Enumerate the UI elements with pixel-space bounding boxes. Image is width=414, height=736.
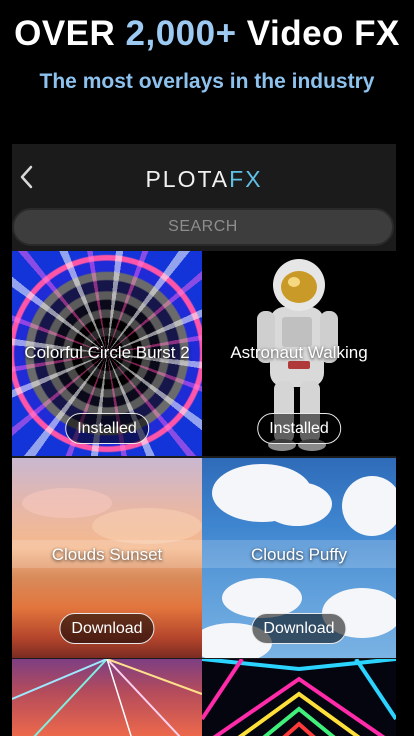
effect-tile-road-lights[interactable]	[12, 659, 202, 736]
download-button[interactable]: Download	[251, 613, 347, 644]
effect-title: Clouds Puffy	[250, 545, 348, 564]
effects-grid: Colorful Circle Burst 2 Installed Astron…	[12, 251, 396, 736]
cloud-shape	[222, 578, 302, 618]
download-button[interactable]: Download	[59, 613, 155, 644]
app-screenshot: PLOTAFX SEARCH Colorful Circle Burst 2 I…	[12, 144, 396, 736]
cloud-shape	[342, 476, 396, 536]
promo-subheadline: The most overlays in the industry	[39, 70, 375, 93]
road-lights-thumbnail	[12, 659, 202, 736]
logo-text-fx: FX	[229, 166, 263, 192]
effect-title: Clouds Sunset	[51, 545, 163, 564]
promo-headline: OVER 2,000+ Video FX	[0, 14, 414, 54]
headline-part-1: OVER	[14, 14, 126, 53]
cloud-shape	[22, 488, 112, 518]
cloud-shape	[262, 482, 332, 526]
headline-accent: 2,000+	[125, 14, 237, 53]
logo-text-plota: PLOTA	[145, 166, 230, 192]
headline-part-2: Video FX	[236, 14, 400, 53]
effect-tile-clouds-sunset[interactable]: Clouds Sunset Download	[12, 458, 202, 658]
effect-title: Astronaut Walking	[230, 343, 368, 362]
effect-tile-astronaut[interactable]: Astronaut Walking Installed	[202, 251, 396, 456]
effect-title: Colorful Circle Burst 2	[24, 343, 190, 362]
installed-button[interactable]: Installed	[257, 413, 341, 444]
effect-tile-circle-burst[interactable]: Colorful Circle Burst 2 Installed	[12, 251, 202, 456]
installed-button[interactable]: Installed	[65, 413, 149, 444]
nav-bar: PLOTAFX	[12, 144, 396, 212]
effect-tile-neon-triangles[interactable]	[202, 659, 396, 736]
neon-triangles-thumbnail	[202, 659, 396, 736]
effect-tile-clouds-puffy[interactable]: Clouds Puffy Download	[202, 458, 396, 658]
app-logo: PLOTAFX	[12, 166, 396, 193]
cloud-shape	[92, 508, 202, 544]
search-placeholder: SEARCH	[168, 218, 238, 235]
search-bar[interactable]: SEARCH	[12, 208, 394, 246]
